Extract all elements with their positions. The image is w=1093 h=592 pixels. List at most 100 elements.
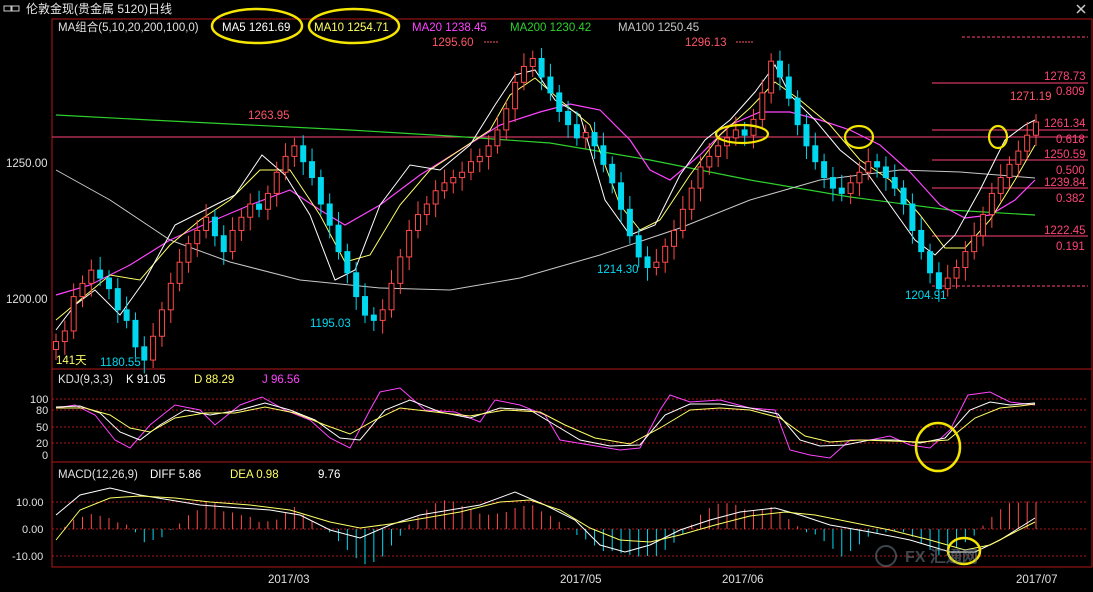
candle-body: [768, 60, 775, 94]
candle-body: [520, 65, 527, 83]
ma20-value: MA20 1238.45: [412, 22, 487, 34]
label-low-may: 1214.30: [597, 264, 639, 276]
candle-body: [467, 161, 474, 173]
macd-diff-line: [55, 487, 1036, 553]
ma200-value: MA200 1230.42: [510, 22, 591, 34]
price-tick-label: 1200.00: [6, 294, 48, 306]
macd-hist-value: 9.76: [318, 469, 340, 481]
candle-body: [88, 269, 95, 284]
candle-body: [459, 171, 466, 179]
candle-body: [379, 309, 386, 321]
candle-body: [741, 129, 748, 136]
fib-price-0191: 1222.45: [1044, 225, 1086, 237]
candle-body: [556, 92, 563, 112]
macd-histogram: [64, 500, 1037, 565]
candle-body: [185, 243, 192, 263]
candle-body: [679, 208, 686, 231]
candle-body: [1015, 150, 1022, 165]
candle-body: [715, 145, 722, 157]
macd-label: MACD(12,26,9): [58, 469, 138, 481]
candle-body: [1033, 121, 1039, 136]
candle-body: [794, 97, 801, 126]
candle-body: [397, 256, 404, 284]
candle-body: [97, 269, 104, 279]
candle-body: [141, 346, 148, 361]
candle-body: [229, 229, 236, 253]
candle-body: [706, 155, 713, 168]
candle-body: [256, 203, 263, 210]
candle-body: [935, 272, 942, 290]
x-axis-label: 2017/06: [722, 574, 764, 586]
candle-body: [335, 224, 342, 253]
candle-body: [573, 124, 580, 139]
candle-body: [529, 58, 536, 67]
macd-tick-label: -10.00: [12, 551, 43, 563]
candle-body: [732, 129, 739, 139]
candle-body: [70, 296, 77, 332]
main-panel-frame: [51, 18, 1093, 370]
candle-body: [812, 145, 819, 163]
candle-body: [79, 282, 86, 298]
candle-body: [971, 235, 978, 253]
candle-body: [150, 335, 157, 361]
fib-price-0618: 1261.34: [1044, 118, 1086, 130]
label-high-apr: 1295.60: [432, 37, 474, 49]
candle-body: [485, 145, 492, 157]
candle-body: [591, 132, 598, 147]
candle-body: [997, 177, 1004, 194]
candle-body: [653, 261, 660, 268]
candle-body: [132, 319, 139, 348]
kdj-d-value: D 88.29: [194, 374, 234, 386]
candle-body: [626, 208, 633, 237]
x-axis-label: 2017/07: [1016, 574, 1058, 586]
candle-body: [300, 145, 307, 163]
candle-body: [600, 145, 607, 165]
label-low-mar: 1195.03: [310, 318, 351, 330]
candle-body: [326, 203, 333, 226]
candle-body: [900, 187, 907, 205]
candle-body: [776, 60, 783, 78]
label-days-count: 141天: [56, 355, 87, 367]
x-axis-label: 2017/03: [268, 574, 310, 586]
candle-body: [944, 277, 951, 290]
label-low-start: 1180.55: [100, 357, 141, 369]
candle-body: [927, 251, 934, 274]
candle-body: [450, 177, 457, 184]
candle-body: [759, 92, 766, 120]
fib-ratio-0618: 0.618: [1056, 134, 1085, 146]
candle-body: [856, 171, 863, 184]
label-high-mar: 1263.95: [248, 110, 290, 122]
candle-body: [697, 166, 704, 189]
candle-body: [538, 58, 545, 78]
candle-body: [962, 251, 969, 268]
candle-body: [503, 108, 510, 131]
candle-body: [414, 214, 421, 231]
candle-body: [114, 288, 121, 311]
candle-body: [176, 261, 183, 284]
candle-body: [406, 229, 413, 258]
kdj-tick-label: 20: [36, 438, 48, 450]
watermark: FX 汇通网: [875, 545, 978, 567]
candle-body: [671, 229, 678, 247]
candle-body: [105, 277, 112, 290]
fib-price-0500: 1250.59: [1044, 149, 1086, 161]
candle-body: [838, 187, 845, 194]
kdj-tick-label: 80: [36, 405, 48, 417]
candle-body: [476, 155, 483, 163]
candle-body: [803, 124, 810, 147]
label-last-price: 1271.19: [1010, 91, 1052, 103]
fib-ratio-0809: 0.809: [1056, 86, 1085, 98]
candle-body: [582, 132, 589, 139]
ma10-line: [55, 77, 1036, 321]
candle-body: [344, 251, 351, 274]
candle-body: [953, 266, 960, 279]
candle-body: [918, 229, 925, 253]
candle-body: [688, 187, 695, 210]
kdj-tick-label: 0: [42, 450, 48, 462]
candle-body: [53, 341, 59, 350]
candle-body: [565, 110, 572, 126]
ma-group-label: MA组合(5,10,20,200,100,0): [58, 20, 199, 34]
candle-body: [891, 177, 898, 189]
candle-body: [618, 182, 625, 210]
price-tick-label: 1250.00: [6, 158, 48, 170]
